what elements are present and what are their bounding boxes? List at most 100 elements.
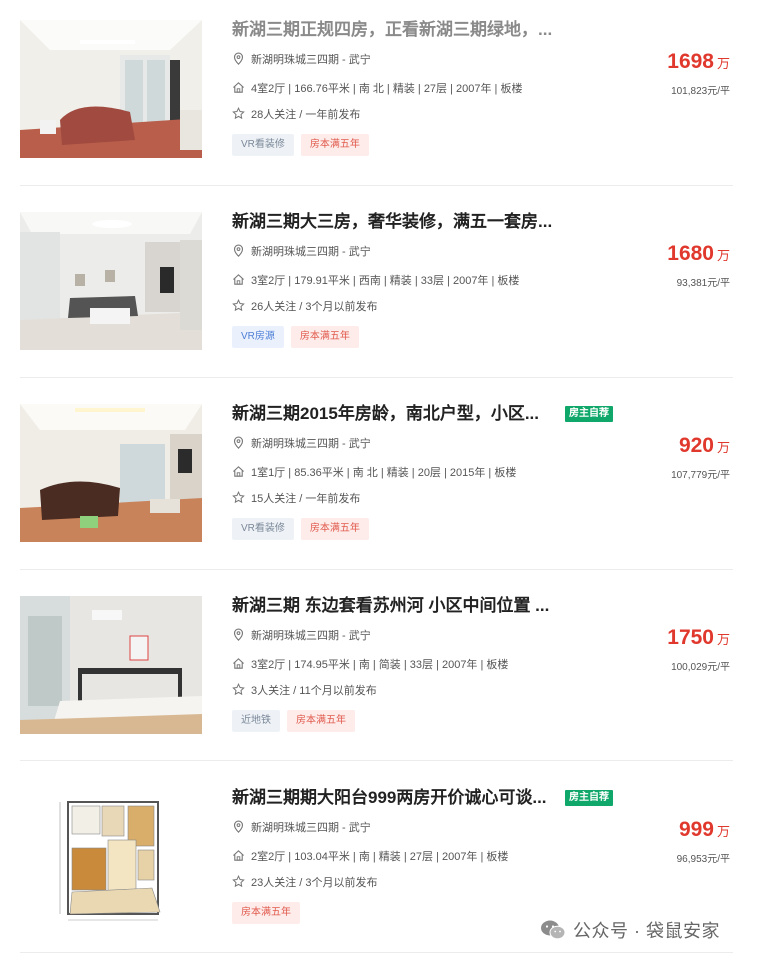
house-info-row: 4室2厅 | 166.76平米 | 南 北 | 精装 | 27层 | 2007年…	[232, 80, 522, 98]
total-price: 920 万	[679, 434, 730, 460]
divider	[20, 952, 733, 953]
listing-title[interactable]: 新湖三期大三房，奢华装修，满五一套房...	[232, 210, 592, 234]
star-icon	[232, 875, 245, 888]
divider	[20, 569, 733, 570]
district-link[interactable]: 武宁	[349, 630, 371, 642]
listing-item[interactable]: 新湖三期正规四房，正看新湖三期绿地，... 新湖明珠城三四期 - 武宁 4室2厅…	[0, 0, 760, 190]
house-info-row: 3室2厅 | 174.95平米 | 南 | 简装 | 33层 | 2007年 |…	[232, 656, 508, 674]
community-link[interactable]: 新湖明珠城三四期	[251, 438, 339, 450]
watermark-text: 公众号 · 袋鼠安家	[573, 921, 720, 941]
listing-photo[interactable]	[20, 212, 202, 350]
follow-info-row: 15人关注 / 一年前发布	[232, 490, 360, 508]
star-icon	[232, 107, 245, 120]
divider	[20, 377, 733, 378]
community-row: 新湖明珠城三四期 - 武宁	[232, 435, 371, 453]
follow-text: 23人关注 / 3个月以前发布	[251, 877, 378, 889]
price-unit: 万	[716, 824, 730, 839]
follow-info-row: 26人关注 / 3个月以前发布	[232, 298, 378, 316]
community-link[interactable]: 新湖明珠城三四期	[251, 246, 339, 258]
listing-photo[interactable]	[20, 20, 202, 158]
tag-five-years[interactable]: 房本满五年	[287, 710, 355, 732]
tag-list: VR看装修 房本满五年	[232, 134, 369, 156]
location-pin-icon	[233, 244, 244, 257]
community-link[interactable]: 新湖明珠城三四期	[251, 822, 339, 834]
price-value: 920	[678, 434, 714, 457]
tag-list: 房本满五年	[232, 902, 300, 924]
district-link[interactable]: 武宁	[349, 246, 371, 258]
listing-title[interactable]: 新湖三期正规四房，正看新湖三期绿地，...	[232, 18, 592, 42]
tag-five-years[interactable]: 房本满五年	[300, 518, 369, 540]
total-price: 1680 万	[667, 242, 730, 268]
unit-price: 101,823元/平	[671, 86, 730, 97]
total-price: 999 万	[679, 818, 730, 844]
listing-title[interactable]: 新湖三期2015年房龄，南北户型，小区...	[232, 402, 592, 426]
tag-near-subway[interactable]: 近地铁	[232, 710, 280, 732]
house-info-row: 3室2厅 | 179.91平米 | 西南 | 精装 | 33层 | 2007年 …	[232, 272, 519, 290]
community-row: 新湖明珠城三四期 - 武宁	[232, 243, 371, 261]
location-pin-icon	[233, 52, 244, 65]
tag-list: VR看装修 房本满五年	[232, 518, 369, 540]
wechat-icon	[541, 920, 566, 940]
star-icon	[232, 491, 245, 504]
unit-price: 107,779元/平	[671, 470, 730, 481]
listing-item[interactable]: 新湖三期2015年房龄，南北户型，小区... 房主自荐 新湖明珠城三四期 - 武…	[0, 384, 760, 574]
follow-info-row: 23人关注 / 3个月以前发布	[232, 874, 378, 892]
official-account-watermark: 公众号 · 袋鼠安家	[540, 917, 720, 943]
community-separator: -	[339, 438, 349, 450]
price-value: 1750	[667, 626, 714, 649]
house-icon	[233, 274, 244, 285]
house-details: 2室2厅 | 103.04平米 | 南 | 精装 | 27层 | 2007年 |…	[251, 851, 509, 863]
divider	[20, 185, 733, 186]
listing-photo[interactable]	[20, 596, 202, 734]
community-separator: -	[339, 822, 349, 834]
house-icon	[233, 82, 244, 93]
location-pin-icon	[233, 628, 244, 641]
house-details: 4室2厅 | 166.76平米 | 南 北 | 精装 | 27层 | 2007年…	[251, 83, 523, 95]
community-separator: -	[339, 630, 349, 642]
tag-five-years[interactable]: 房本满五年	[290, 326, 359, 348]
price-value: 1698	[667, 50, 714, 73]
district-link[interactable]: 武宁	[349, 54, 371, 66]
total-price: 1750 万	[667, 626, 730, 652]
follow-info-row: 28人关注 / 一年前发布	[232, 106, 360, 124]
district-link[interactable]: 武宁	[349, 438, 371, 450]
house-icon	[233, 850, 244, 861]
tag-five-years[interactable]: 房本满五年	[300, 134, 369, 156]
community-separator: -	[339, 54, 349, 66]
tag-vr-listing[interactable]: VR房源	[232, 326, 284, 348]
listing-item[interactable]: 新湖三期 东边套看苏州河 小区中间位置 ... 新湖明珠城三四期 - 武宁 3室…	[0, 576, 760, 766]
tag-vr-decoration[interactable]: VR看装修	[232, 518, 294, 540]
owner-recommended-badge: 房主自荐	[565, 790, 613, 806]
price-value: 999	[678, 818, 714, 841]
community-link[interactable]: 新湖明珠城三四期	[251, 630, 339, 642]
follow-text: 15人关注 / 一年前发布	[251, 493, 361, 505]
tag-list: VR房源 房本满五年	[232, 326, 359, 348]
follow-text: 26人关注 / 3个月以前发布	[251, 301, 378, 313]
house-details: 3室2厅 | 179.91平米 | 西南 | 精装 | 33层 | 2007年 …	[251, 275, 520, 287]
follow-text: 3人关注 / 11个月以前发布	[251, 685, 377, 697]
house-details: 3室2厅 | 174.95平米 | 南 | 简装 | 33层 | 2007年 |…	[251, 659, 509, 671]
unit-price: 100,029元/平	[671, 662, 730, 673]
tag-five-years[interactable]: 房本满五年	[232, 902, 300, 924]
floor-plan-image[interactable]	[20, 788, 202, 926]
listing-photo[interactable]	[20, 404, 202, 542]
house-icon	[233, 658, 244, 669]
district-link[interactable]: 武宁	[349, 822, 371, 834]
house-info-row: 1室1厅 | 85.36平米 | 南 北 | 精装 | 20层 | 2015年 …	[232, 464, 516, 482]
listing-item[interactable]: 新湖三期大三房，奢华装修，满五一套房... 新湖明珠城三四期 - 武宁 3室2厅…	[0, 192, 760, 382]
listing-title[interactable]: 新湖三期期大阳台999两房开价诚心可谈...	[232, 786, 592, 810]
community-row: 新湖明珠城三四期 - 武宁	[232, 627, 371, 645]
tag-list: 近地铁 房本满五年	[232, 710, 355, 732]
community-link[interactable]: 新湖明珠城三四期	[251, 54, 339, 66]
divider	[20, 760, 733, 761]
community-separator: -	[339, 246, 349, 258]
house-info-row: 2室2厅 | 103.04平米 | 南 | 精装 | 27层 | 2007年 |…	[232, 848, 508, 866]
unit-price: 93,381元/平	[676, 278, 730, 289]
tag-vr-decoration[interactable]: VR看装修	[232, 134, 294, 156]
follow-info-row: 3人关注 / 11个月以前发布	[232, 682, 377, 700]
owner-recommended-badge: 房主自荐	[565, 406, 613, 422]
listing-title[interactable]: 新湖三期 东边套看苏州河 小区中间位置 ...	[232, 594, 592, 618]
follow-text: 28人关注 / 一年前发布	[251, 109, 361, 121]
total-price: 1698 万	[667, 50, 730, 76]
price-unit: 万	[716, 440, 730, 455]
